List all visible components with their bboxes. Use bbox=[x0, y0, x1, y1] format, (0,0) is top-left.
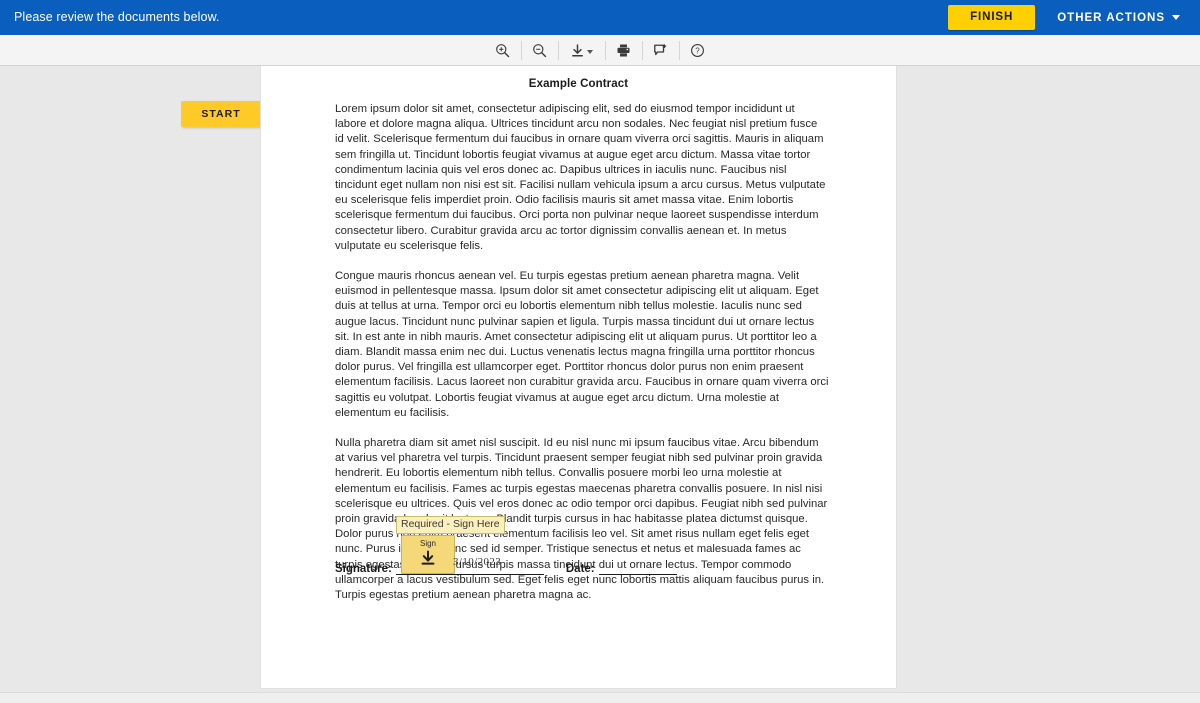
signature-line bbox=[395, 563, 544, 575]
document-toolbar: ? bbox=[0, 35, 1200, 66]
document-title: Example Contract bbox=[528, 78, 629, 90]
document-paragraph: Congue mauris rhoncus aenean vel. Eu tur… bbox=[335, 270, 829, 419]
other-actions-menu[interactable]: OTHER ACTIONS bbox=[1057, 12, 1184, 24]
zoom-in-button[interactable] bbox=[485, 35, 521, 65]
help-button[interactable]: ? bbox=[680, 35, 716, 65]
print-icon bbox=[617, 44, 630, 56]
zoom-out-button[interactable] bbox=[522, 35, 558, 65]
chevron-down-icon bbox=[1172, 15, 1180, 20]
other-actions-label: OTHER ACTIONS bbox=[1057, 11, 1165, 24]
help-icon: ? bbox=[691, 43, 704, 57]
date-line bbox=[598, 563, 677, 575]
download-button[interactable] bbox=[559, 35, 605, 65]
start-tab-button[interactable]: START bbox=[181, 101, 261, 127]
add-comment-button[interactable] bbox=[643, 35, 679, 65]
svg-text:?: ? bbox=[695, 46, 700, 55]
signature-row: Signature: Date: bbox=[335, 563, 829, 575]
zoom-in-icon bbox=[496, 43, 510, 57]
document-paragraph: Lorem ipsum dolor sit amet, consectetur … bbox=[335, 103, 826, 252]
review-message: Please review the documents below. bbox=[14, 10, 220, 25]
top-banner: Please review the documents below. FINIS… bbox=[0, 0, 1200, 35]
signature-label: Signature: bbox=[335, 563, 392, 575]
finish-button[interactable]: FINISH bbox=[948, 5, 1036, 30]
top-banner-actions: FINISH OTHER ACTIONS bbox=[948, 5, 1184, 30]
document-page: Example Contract Lorem ipsum dolor sit a… bbox=[260, 66, 897, 689]
date-label: Date: bbox=[565, 563, 595, 575]
print-button[interactable] bbox=[606, 35, 642, 65]
toolbar-button-group: ? bbox=[485, 35, 716, 65]
add-comment-icon bbox=[654, 43, 667, 55]
document-canvas: START Example Contract Lorem ipsum dolor… bbox=[0, 66, 1200, 692]
zoom-out-icon bbox=[533, 43, 547, 57]
download-chevron-down-icon bbox=[587, 50, 593, 54]
sign-field-label: Sign bbox=[419, 539, 436, 548]
required-sign-here-tooltip: Required - Sign Here bbox=[396, 516, 505, 534]
bottom-status-strip bbox=[0, 692, 1200, 703]
download-icon bbox=[572, 44, 583, 57]
